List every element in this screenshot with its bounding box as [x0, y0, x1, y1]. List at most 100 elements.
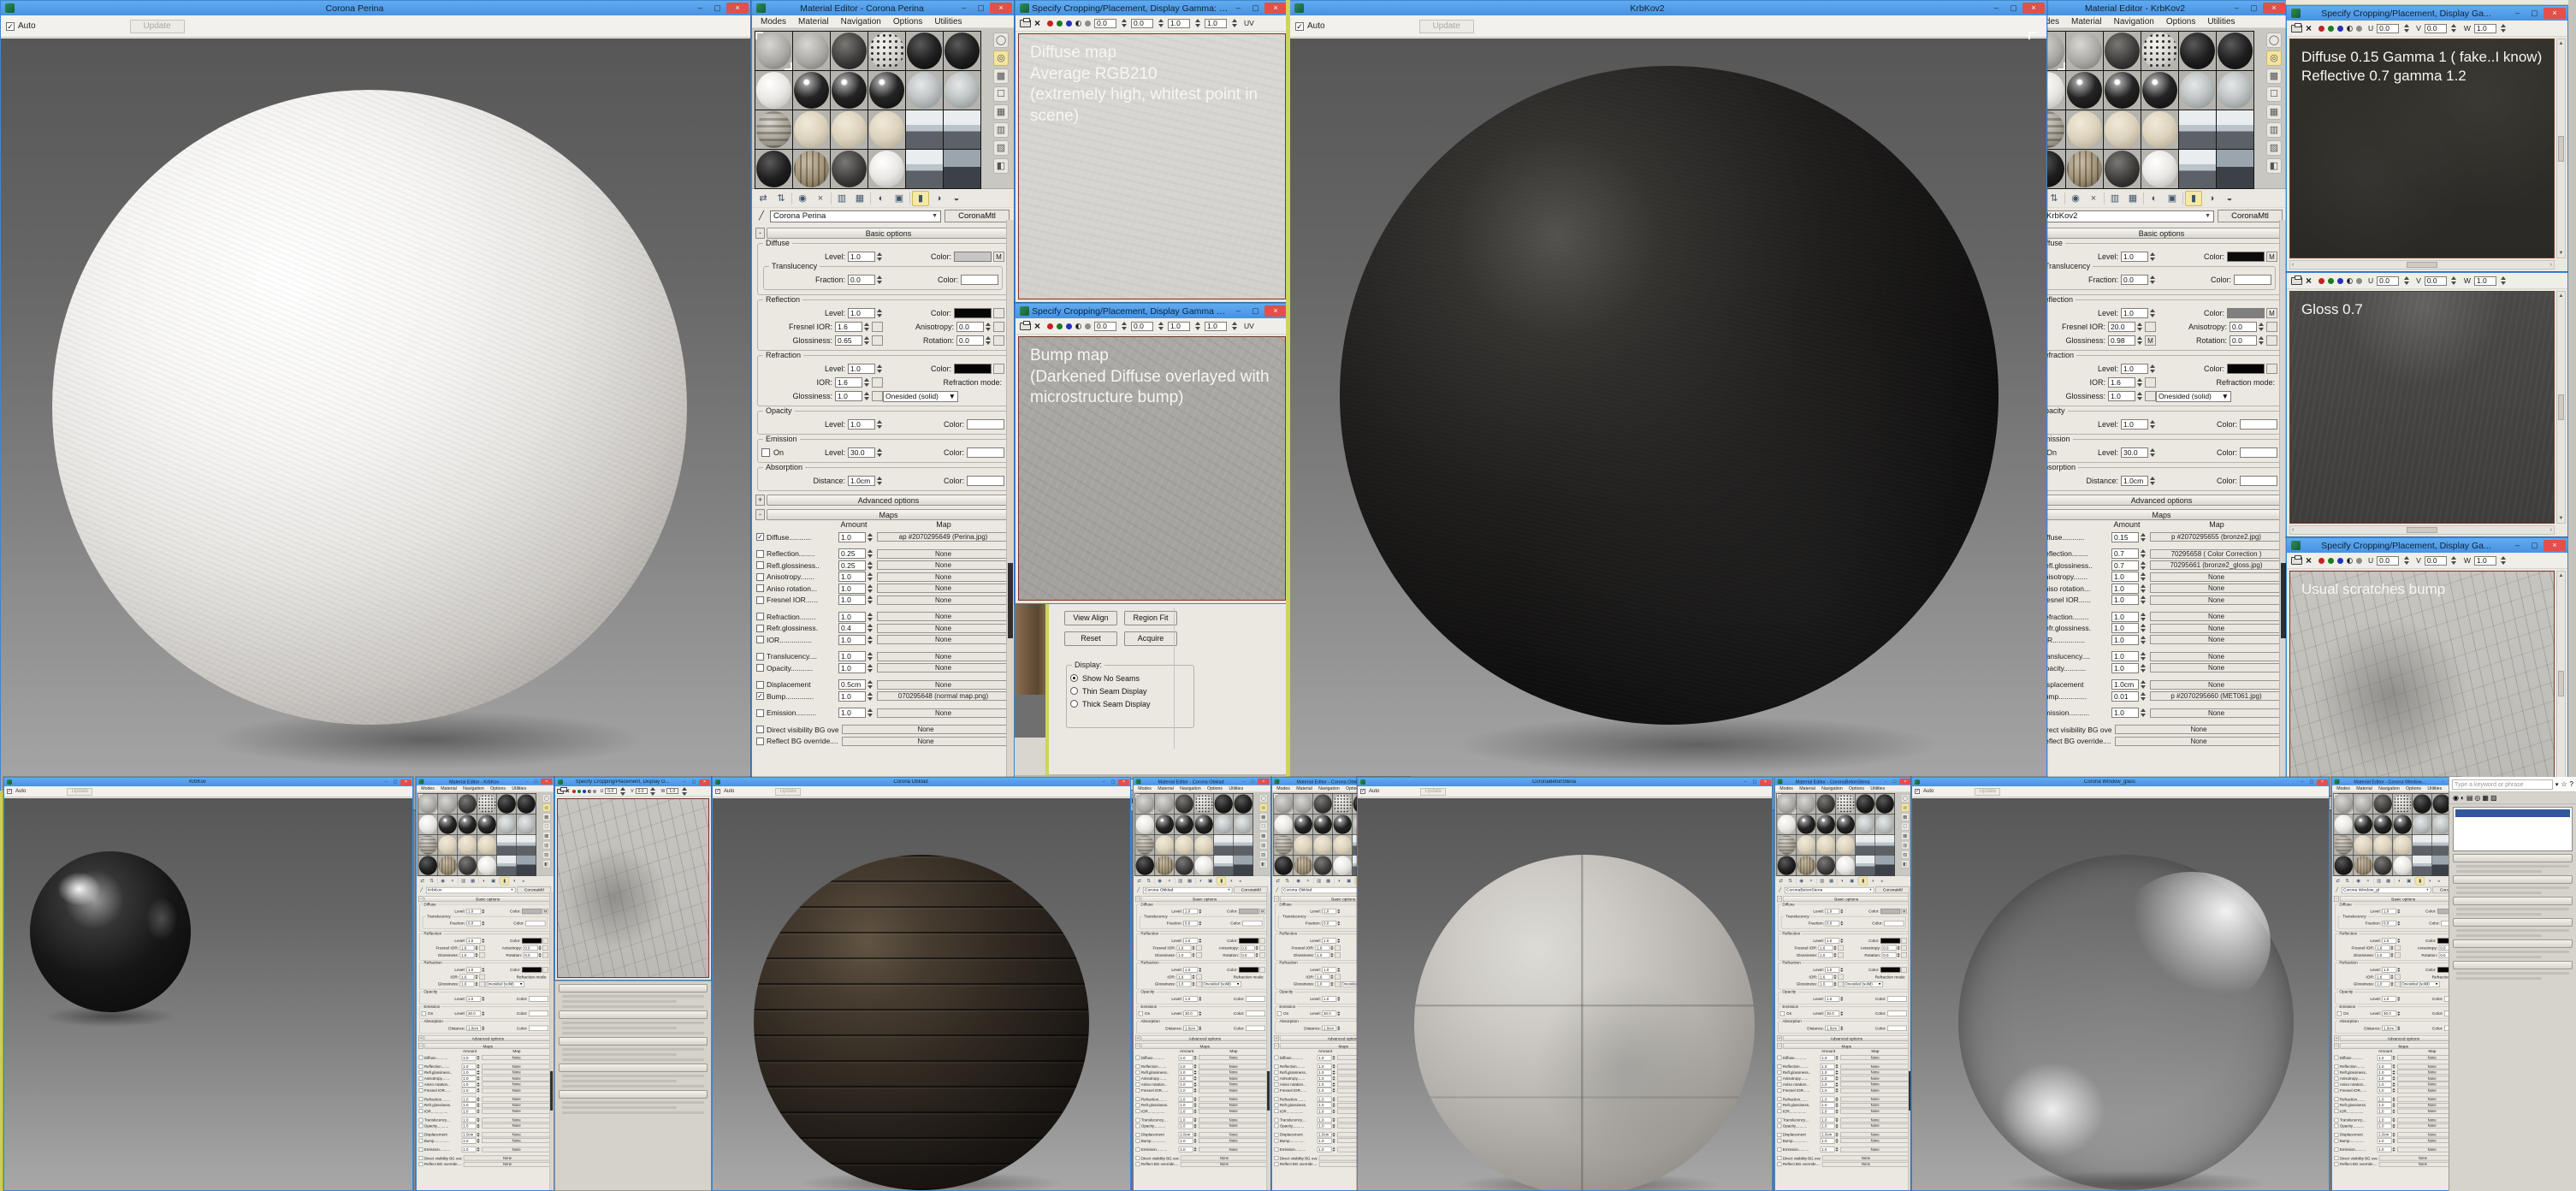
map-amount-field[interactable]: 1.0cm: [462, 1132, 477, 1137]
seam-display-option[interactable]: Thin Seam Display: [1070, 684, 1190, 697]
map-enable-checkbox[interactable]: ✓: [419, 1118, 423, 1123]
map-enable-checkbox[interactable]: ✓: [1778, 1076, 1782, 1081]
distance-field-spinner[interactable]: [2148, 476, 2156, 487]
map-enable-checkbox[interactable]: ✓: [756, 664, 764, 672]
map-amount-field[interactable]: 1.0: [838, 708, 866, 718]
refl-level-field-spinner[interactable]: [875, 308, 883, 319]
material-name-dropdown[interactable]: Corona Obklad▼: [1143, 887, 1232, 893]
map-enable-checkbox[interactable]: ✓: [1275, 1056, 1279, 1060]
map-amount-field-spinner[interactable]: [2139, 708, 2147, 719]
map-amount-field[interactable]: 1.0: [462, 1055, 477, 1060]
map-enable-checkbox[interactable]: ✓: [1136, 1147, 1140, 1152]
map-slot-button[interactable]: None: [482, 1088, 551, 1093]
rollout-basic-options[interactable]: -Basic options: [2028, 228, 2283, 239]
map-amount-field[interactable]: 1.0: [2378, 1103, 2392, 1108]
rollout-collapse-icon[interactable]: -: [1777, 896, 1782, 902]
material-name-dropdown[interactable]: KrbKov2▼: [2043, 210, 2214, 222]
map-amount-field[interactable]: 1.0: [2111, 623, 2139, 633]
sample-slot[interactable]: [868, 32, 905, 70]
sample-slot[interactable]: [438, 794, 457, 814]
sample-slot[interactable]: [2066, 32, 2103, 70]
emission-level-field-spinner[interactable]: [2148, 447, 2156, 459]
sample-slot[interactable]: [418, 835, 437, 855]
sample-slot[interactable]: [831, 150, 868, 188]
map-amount-field-spinner[interactable]: [2391, 1075, 2395, 1081]
close-button[interactable]: ×: [726, 3, 749, 14]
delete-icon[interactable]: ×: [2306, 275, 2312, 287]
w-field[interactable]: 1.0: [2474, 276, 2496, 286]
map-slot-button[interactable]: None: [2150, 572, 2283, 582]
emission-level-field[interactable]: 30.0: [466, 1010, 481, 1016]
map-enable-checkbox[interactable]: ✓: [419, 1064, 423, 1069]
material-name-dropdown[interactable]: CoronaBetonStena▼: [1785, 887, 1874, 893]
close-button[interactable]: ×: [1264, 305, 1287, 317]
anisotropy-map-button[interactable]: [1901, 945, 1907, 951]
fraction-field-spinner[interactable]: [2148, 275, 2156, 286]
command-rollout-bar[interactable]: [2453, 918, 2573, 927]
map-enable-checkbox[interactable]: ✓: [1275, 1097, 1279, 1101]
diffuse-color-map-button[interactable]: M: [1901, 909, 1907, 914]
video-color-check-icon[interactable]: ▥: [2266, 122, 2282, 138]
sample-slot[interactable]: [477, 815, 496, 834]
map-amount-field[interactable]: 1.0: [462, 1097, 477, 1102]
sample-slot[interactable]: [2104, 32, 2141, 70]
map-amount-field[interactable]: 1.0: [2378, 1109, 2392, 1114]
map-amount-field-spinner[interactable]: [1193, 1075, 1197, 1081]
map-amount-field[interactable]: 1.0: [462, 1103, 477, 1108]
magnify-icon[interactable]: ◎: [2266, 50, 2282, 66]
map-amount-field-spinner[interactable]: [866, 634, 873, 645]
map-enable-checkbox[interactable]: ✓: [1778, 1097, 1782, 1101]
map-amount-field[interactable]: 1.0: [838, 691, 866, 702]
map-amount-field[interactable]: 1.0: [462, 1070, 477, 1075]
scroll-right-icon[interactable]: ›: [2550, 262, 2552, 268]
backlight-icon[interactable]: ▩: [542, 813, 550, 821]
map-slot-button[interactable]: None: [1199, 1103, 1268, 1108]
sample-uv-tiling-icon[interactable]: ▦: [1259, 832, 1267, 839]
infocenter-search-input[interactable]: Type a keyword or phrase: [2452, 779, 2553, 790]
diffuse-level-field-spinner[interactable]: [2148, 252, 2156, 263]
anisotropy-field[interactable]: 0.0: [1882, 945, 1897, 951]
command-rollout-bar[interactable]: [2453, 875, 2573, 884]
background-icon[interactable]: ☐: [542, 822, 550, 830]
map-enable-checkbox[interactable]: ✓: [1275, 1124, 1279, 1129]
map-amount-field[interactable]: 1.0: [838, 595, 866, 605]
map-amount-field-spinner[interactable]: [866, 548, 873, 560]
fresnel-ior-field-spinner[interactable]: [1329, 945, 1334, 951]
glossiness-field-spinner[interactable]: [1191, 952, 1195, 958]
map-amount-field-spinner[interactable]: [476, 1132, 480, 1138]
map-enable-checkbox[interactable]: ✓: [1136, 1133, 1140, 1137]
fraction-field[interactable]: 0.0: [1322, 921, 1336, 926]
map-enable-checkbox[interactable]: ✓: [419, 1124, 423, 1129]
map-slot-button[interactable]: None: [482, 1070, 551, 1075]
rollout-collapse-icon[interactable]: -: [755, 228, 765, 239]
scroll-down-icon[interactable]: ▼: [2559, 251, 2564, 256]
map-amount-field[interactable]: 1.0: [462, 1081, 477, 1087]
menu-navigation[interactable]: Navigation: [1818, 786, 1845, 791]
map-enable-checkbox[interactable]: ✓: [756, 738, 764, 745]
options-icon[interactable]: ◧: [2266, 158, 2282, 174]
sample-type-sphere-icon[interactable]: ◯: [542, 794, 550, 802]
absorption-color-swatch[interactable]: [1246, 1026, 1265, 1031]
menu-navigation[interactable]: Navigation: [1315, 786, 1342, 791]
map-amount-field-spinner[interactable]: [1834, 1117, 1839, 1123]
sample-slot[interactable]: [1797, 794, 1815, 814]
region-fit-button[interactable]: Region Fit: [1124, 611, 1177, 625]
scrollbar-thumb[interactable]: [2558, 671, 2564, 696]
close-button[interactable]: ×: [699, 779, 710, 785]
modify-icon[interactable]: ◐: [2461, 794, 2465, 802]
sample-slot[interactable]: [944, 71, 980, 110]
map-amount-field[interactable]: 0.25: [838, 548, 866, 559]
map-amount-field[interactable]: 1.0: [2378, 1055, 2392, 1060]
radio-icon[interactable]: [1070, 674, 1078, 682]
map-amount-field[interactable]: 1.0: [1318, 1103, 1332, 1108]
refr-glossiness-field[interactable]: 1.0: [1819, 981, 1833, 987]
minimize-button[interactable]: –: [692, 3, 708, 14]
get-material-icon[interactable]: ⇄: [2334, 877, 2342, 885]
map-amount-field[interactable]: 1.0: [1821, 1138, 1835, 1143]
rollout-maps[interactable]: -Maps: [1777, 1043, 1910, 1049]
sample-slot[interactable]: [1135, 835, 1154, 855]
update-button[interactable]: Update: [130, 20, 185, 33]
glossiness-field[interactable]: 1.0: [1819, 952, 1833, 957]
rollout-maps[interactable]: -Maps: [418, 1043, 552, 1049]
red-channel-icon[interactable]: [2318, 558, 2324, 564]
